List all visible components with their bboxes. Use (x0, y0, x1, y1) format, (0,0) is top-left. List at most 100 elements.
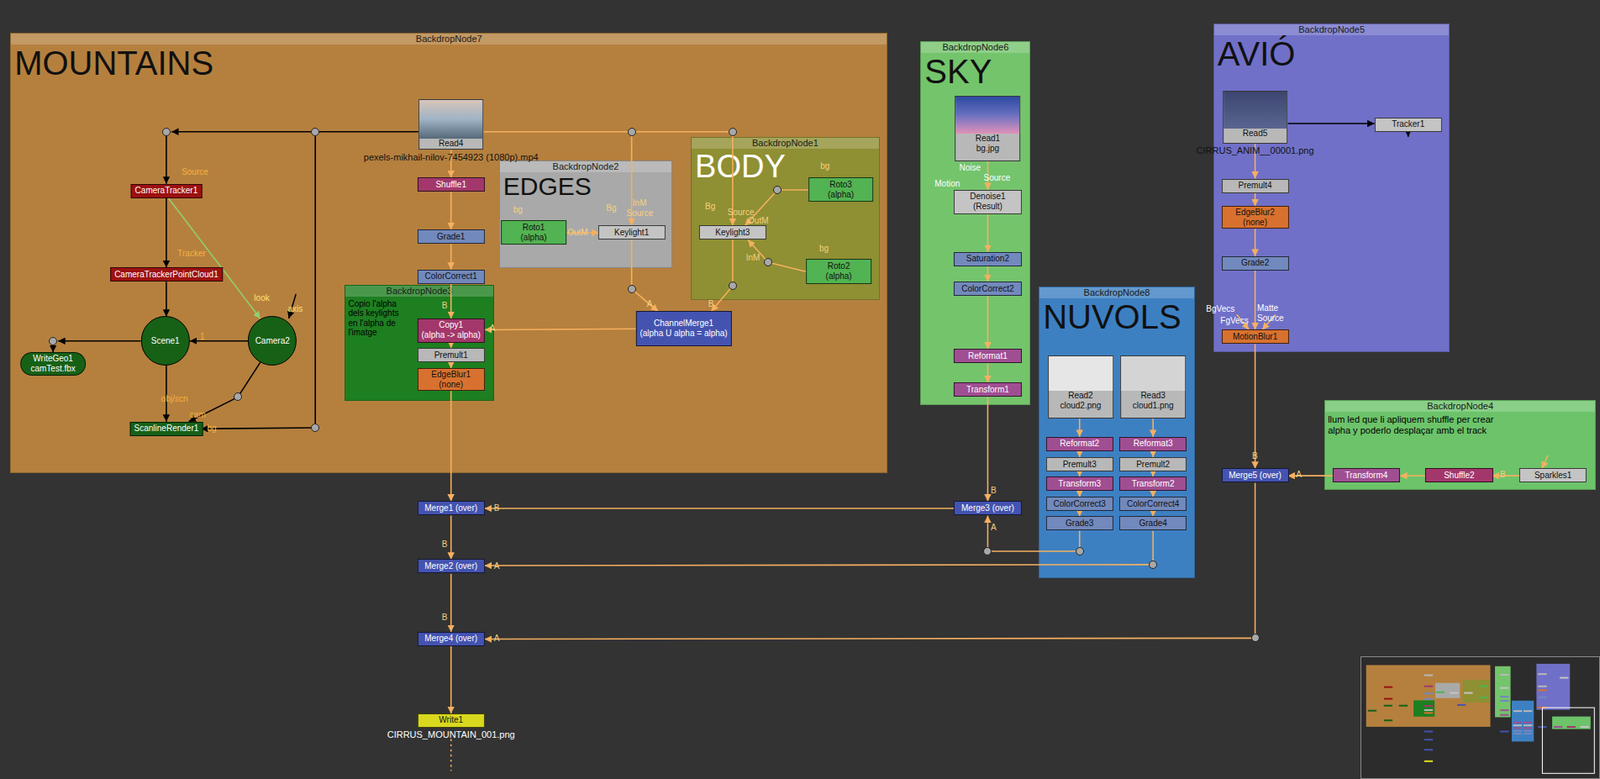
node-name: Copy1 (438, 320, 464, 331)
node-name: ScanlineRender1 (134, 423, 200, 434)
node[interactable]: ColorCorrect1 (417, 269, 485, 285)
node[interactable]: ColorCorrect2 (953, 281, 1022, 296)
dot-node[interactable] (627, 127, 637, 137)
node[interactable]: WriteGeo1camTest.fbx (20, 352, 86, 376)
input-label: B (708, 299, 715, 309)
node[interactable]: Transform3 (1046, 476, 1114, 491)
node[interactable]: ChannelMerge1(alpha U alpha = alpha) (635, 310, 732, 346)
node[interactable]: Roto2(alpha) (805, 258, 872, 284)
minimap[interactable] (1360, 656, 1600, 779)
dot-node[interactable] (983, 547, 992, 556)
input-label: BgVecs (1205, 304, 1235, 314)
node[interactable]: Reformat2 (1046, 436, 1114, 452)
node[interactable]: Keylight1 (598, 225, 666, 240)
node[interactable]: Premult1 (417, 347, 485, 363)
dot-node[interactable] (1251, 633, 1260, 643)
dot-node[interactable] (627, 284, 637, 294)
node-graph[interactable]: BackdropNode7MOUNTAINSBackdropNode2EDGES… (0, 0, 1600, 779)
node[interactable]: EdgeBlur2(none) (1221, 205, 1289, 229)
node[interactable]: Keylight3 (699, 225, 767, 240)
dot-node[interactable] (310, 127, 320, 137)
node[interactable]: Merge2 (over) (417, 558, 485, 574)
backdrop-label: BackdropNode3 (345, 285, 493, 297)
node[interactable]: MotionBlur1 (1221, 329, 1289, 344)
node-name: Keylight3 (715, 227, 750, 238)
dot-node[interactable] (763, 257, 773, 267)
node[interactable]: Copy1(alpha -> alpha) (417, 318, 485, 343)
backdrop-label: BackdropNode4 (1325, 400, 1595, 412)
backdrop-title: SKY (921, 52, 1030, 89)
input-label: obj/scn (161, 394, 189, 404)
node-name: ColorCorrect1 (425, 271, 478, 282)
node[interactable]: CameraTrackerPointCloud1 (110, 267, 223, 282)
node[interactable]: CameraTracker1 (131, 184, 203, 199)
node-caption: CIRRUS_ANIM__00001.png (1196, 145, 1315, 156)
node-name: Read1 (975, 133, 1000, 144)
node[interactable]: Grade4 (1119, 515, 1187, 531)
node[interactable]: Transform2 (1119, 476, 1187, 491)
node[interactable]: Sparkles1 (1519, 468, 1587, 483)
node[interactable]: Grade2 (1221, 256, 1289, 271)
node-sub: (alpha U alpha = alpha) (639, 328, 727, 339)
node-name: CameraTrackerPointCloud1 (114, 269, 219, 280)
dot-node[interactable] (1148, 560, 1158, 569)
node[interactable]: Reformat3 (1119, 436, 1187, 452)
node[interactable]: Shuffle1 (417, 177, 485, 192)
node[interactable]: EdgeBlur1(none) (417, 368, 485, 391)
dot-node[interactable] (48, 336, 58, 346)
dot-node[interactable] (310, 423, 320, 432)
input-label: InM (746, 252, 761, 263)
node[interactable]: Premult3 (1046, 457, 1114, 472)
dot-node[interactable] (233, 392, 243, 401)
input-label: Source (626, 208, 654, 218)
node[interactable]: ScanlineRender1 (130, 421, 204, 437)
dot-node[interactable] (773, 185, 782, 195)
node-name: ColorCorrect3 (1053, 499, 1106, 510)
node[interactable]: Premult2 (1119, 457, 1187, 472)
dot-node[interactable] (728, 127, 737, 137)
node[interactable]: ColorCorrect3 (1046, 496, 1114, 511)
dot-node[interactable] (728, 281, 737, 290)
node-name: Premult1 (434, 350, 469, 361)
node-name: ChannelMerge1 (653, 318, 714, 329)
node[interactable]: Transform1 (953, 382, 1022, 397)
input-label: B (1500, 469, 1506, 479)
read-node[interactable]: Read2cloud2.png (1047, 355, 1114, 419)
node[interactable]: Grade3 (1046, 515, 1114, 531)
node[interactable]: Grade1 (417, 229, 485, 244)
node[interactable]: Premult4 (1221, 178, 1289, 194)
node[interactable]: Merge3 (over) (953, 500, 1022, 516)
dot-node[interactable] (162, 127, 171, 137)
backdrop-label: BackdropNode5 (1214, 24, 1450, 36)
node[interactable]: Merge1 (over) (417, 500, 485, 516)
input-label: cam (189, 410, 206, 420)
backdrop[interactable]: BackdropNode8NUVOLS (1038, 286, 1195, 579)
input-label: B (442, 539, 448, 549)
node[interactable]: Shuffle2 (1425, 468, 1493, 483)
dot-node[interactable] (1075, 547, 1085, 556)
node-name: Reformat1 (968, 351, 1008, 362)
node[interactable]: Denoise1(Result) (953, 189, 1022, 215)
node[interactable]: Reformat1 (953, 348, 1022, 364)
input-label: OutM (567, 227, 588, 237)
node-name: Merge1 (over) (424, 503, 478, 514)
node-name: Transform3 (1057, 478, 1101, 490)
node[interactable]: Write1 (417, 713, 485, 728)
node[interactable]: Roto1(alpha) (500, 220, 567, 245)
read-node[interactable]: Read3cloud1.png (1120, 355, 1186, 419)
node[interactable]: Merge4 (over) (417, 631, 485, 647)
node-name: EdgeBlur2 (1235, 207, 1275, 218)
read-node[interactable]: Read5 (1222, 90, 1289, 144)
node[interactable]: Merge5 (over) (1221, 468, 1289, 483)
input-label: Source (1257, 313, 1285, 323)
node[interactable]: Transform4 (1332, 468, 1400, 483)
node[interactable]: ColorCorrect4 (1119, 496, 1187, 511)
node-name: Sparkles1 (1534, 470, 1572, 481)
input-label: FgVecs (1220, 315, 1248, 326)
node[interactable]: Roto3(alpha) (808, 177, 874, 202)
node-name: Denoise1 (969, 191, 1006, 202)
read-node[interactable]: Read4 (418, 99, 485, 151)
read-node[interactable]: Read1bg.jpg (955, 95, 1022, 162)
node[interactable]: Saturation2 (953, 252, 1022, 267)
node[interactable]: Tracker1 (1374, 117, 1443, 132)
